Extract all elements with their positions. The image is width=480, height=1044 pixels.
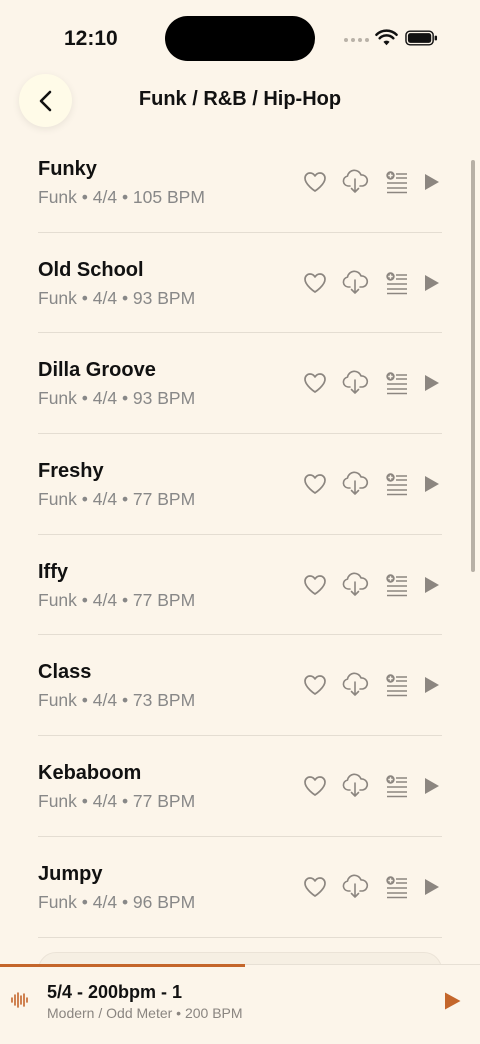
play-icon[interactable] [422,473,442,495]
list-item[interactable]: Iffy Funk • 4/4 • 77 BPM [38,535,442,636]
groove-meta: Funk • 4/4 • 105 BPM [38,187,205,207]
groove-name: Kebaboom [38,762,142,785]
status-bar: 12:10 [0,0,480,70]
scrollbar[interactable] [471,160,475,572]
list-item[interactable]: Jumpy Funk • 4/4 • 96 BPM [38,837,442,938]
play-icon[interactable] [422,775,442,797]
cloud-download-icon[interactable] [341,874,369,900]
cloud-download-icon[interactable] [341,572,369,598]
cloud-download-icon[interactable] [341,169,369,195]
groove-list: Funky Funk • 4/4 • 105 BPM Old School Fu… [38,132,442,938]
cloud-download-icon[interactable] [341,270,369,296]
play-icon[interactable] [422,272,442,294]
groove-name: Funky [38,158,97,180]
heart-icon[interactable] [302,270,328,296]
groove-meta: Funk • 4/4 • 73 BPM [38,690,196,711]
add-to-queue-icon[interactable] [385,573,409,597]
heart-icon[interactable] [302,370,328,396]
heart-icon[interactable] [302,169,328,195]
play-icon[interactable] [422,574,442,596]
groove-meta: Funk • 4/4 • 93 BPM [38,388,196,409]
groove-meta: Funk • 4/4 • 77 BPM [38,791,196,812]
list-item[interactable]: Class Funk • 4/4 • 73 BPM [38,635,442,737]
dynamic-island [165,16,315,61]
groove-name: Class [38,661,92,684]
list-item[interactable]: Old School Funk • 4/4 • 93 BPM [38,233,442,334]
cloud-download-icon[interactable] [341,471,369,497]
groove-meta: Funk • 4/4 • 93 BPM [38,287,196,308]
playback-progress [0,964,245,967]
groove-meta: Funk • 4/4 • 96 BPM [38,891,196,912]
heart-icon[interactable] [302,773,328,799]
cloud-download-icon[interactable] [341,370,369,396]
groove-name: Iffy [38,560,68,583]
add-to-queue-icon[interactable] [385,472,409,496]
cloud-download-icon[interactable] [341,672,369,698]
play-icon[interactable] [422,674,442,696]
add-to-queue-icon[interactable] [385,170,409,194]
list-item[interactable]: Funky Funk • 4/4 • 105 BPM [38,132,442,233]
heart-icon[interactable] [302,874,328,900]
add-to-queue-icon[interactable] [385,875,409,899]
groove-name: Freshy [38,460,104,483]
now-playing-subtitle: Modern / Odd Meter • 200 BPM [47,1005,243,1021]
play-icon[interactable] [422,876,442,898]
add-to-queue-icon[interactable] [385,774,409,798]
groove-name: Dilla Groove [38,359,156,382]
list-item[interactable]: Kebaboom Funk • 4/4 • 77 BPM [38,736,442,837]
add-to-queue-icon[interactable] [385,673,409,697]
groove-meta: Funk • 4/4 • 77 BPM [38,489,196,510]
cloud-download-icon[interactable] [341,773,369,799]
play-icon[interactable] [422,171,442,193]
page-title: Funk / R&B / Hip-Hop [138,88,342,110]
heart-icon[interactable] [302,672,328,698]
play-icon[interactable] [422,372,442,394]
play-icon[interactable] [442,991,462,1011]
list-item[interactable]: Freshy Funk • 4/4 • 77 BPM [38,434,442,535]
add-to-queue-icon[interactable] [385,371,409,395]
list-item[interactable]: Dilla Groove Funk • 4/4 • 93 BPM [38,333,442,435]
wifi-icon [375,29,398,46]
status-time: 12:10 [64,27,118,50]
groove-meta: Funk • 4/4 • 77 BPM [38,589,196,610]
mini-player[interactable]: 5/4 - 200bpm - 1 Modern / Odd Meter • 20… [0,964,480,1044]
groove-name: Old School [38,258,144,281]
signal-icon [344,38,369,42]
groove-name: Jumpy [38,862,103,885]
waveform-icon [11,992,28,1008]
now-playing-title: 5/4 - 200bpm - 1 [47,982,183,1002]
heart-icon[interactable] [302,471,328,497]
battery-icon [405,30,438,46]
add-to-queue-icon[interactable] [385,271,409,295]
heart-icon[interactable] [302,572,328,598]
